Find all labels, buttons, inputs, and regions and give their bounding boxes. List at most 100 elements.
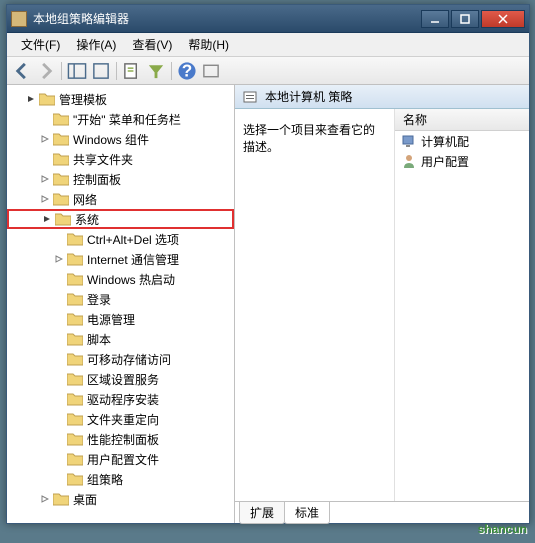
- tree-start-menu[interactable]: "开始" 菜单和任务栏: [7, 109, 234, 129]
- folder-icon: [67, 452, 83, 466]
- tree-label: 管理模板: [59, 91, 107, 108]
- forward-button[interactable]: [35, 60, 57, 82]
- tree-label: 可移动存储访问: [87, 351, 171, 368]
- toolbar: ?: [7, 57, 529, 85]
- tree-internet-comm[interactable]: Internet 通信管理: [7, 249, 234, 269]
- menu-file[interactable]: 文件(F): [13, 34, 68, 55]
- tree-group-policy[interactable]: 组策略: [7, 469, 234, 489]
- tree-logon[interactable]: 登录: [7, 289, 234, 309]
- app-icon: [11, 11, 27, 27]
- folder-icon: [55, 212, 71, 226]
- back-button[interactable]: [11, 60, 33, 82]
- menu-action[interactable]: 操作(A): [68, 34, 124, 55]
- menubar: 文件(F) 操作(A) 查看(V) 帮助(H): [7, 33, 529, 57]
- folder-icon: [67, 272, 83, 286]
- toolbar-properties-button[interactable]: [121, 60, 143, 82]
- folder-icon: [67, 472, 83, 486]
- tree-control-panel[interactable]: 控制面板: [7, 169, 234, 189]
- folder-icon: [53, 152, 69, 166]
- window-title: 本地组策略编辑器: [33, 10, 421, 27]
- minimize-button[interactable]: [421, 10, 449, 28]
- user-icon: [401, 153, 417, 169]
- list-pane: 名称 计算机配 用户配置: [395, 109, 529, 501]
- help-button[interactable]: ?: [176, 60, 198, 82]
- tree-desktop[interactable]: 桌面: [7, 489, 234, 509]
- column-header-name[interactable]: 名称: [395, 109, 529, 131]
- tree-admin-templates[interactable]: 管理模板: [7, 89, 234, 109]
- expand-icon[interactable]: [53, 253, 65, 265]
- toolbar-filter-button[interactable]: [145, 60, 167, 82]
- tree-label: 共享文件夹: [73, 151, 133, 168]
- tree-ctrl-alt-del[interactable]: Ctrl+Alt+Del 选项: [7, 229, 234, 249]
- folder-icon: [39, 92, 55, 106]
- tree-label: 控制面板: [73, 171, 121, 188]
- expand-icon[interactable]: [39, 173, 51, 185]
- tree-system[interactable]: 系统: [7, 209, 234, 229]
- details-title: 本地计算机 策略: [265, 88, 352, 105]
- tree-windows-hotstart[interactable]: Windows 热启动: [7, 269, 234, 289]
- folder-icon: [67, 432, 83, 446]
- folder-icon: [67, 292, 83, 306]
- tree-label: Windows 热启动: [87, 271, 175, 288]
- details-header: 本地计算机 策略: [235, 85, 529, 109]
- tree-label: 组策略: [87, 471, 123, 488]
- list-item-label: 计算机配: [421, 133, 469, 150]
- folder-icon: [67, 412, 83, 426]
- collapse-icon[interactable]: [41, 213, 53, 225]
- folder-icon: [67, 392, 83, 406]
- list-item-computer-config[interactable]: 计算机配: [395, 131, 529, 151]
- tree-label: 驱动程序安装: [87, 391, 159, 408]
- tree-label: 脚本: [87, 331, 111, 348]
- description-pane: 选择一个项目来查看它的描述。: [235, 109, 395, 501]
- folder-icon: [53, 172, 69, 186]
- tree-power-mgmt[interactable]: 电源管理: [7, 309, 234, 329]
- tree-folder-redirect[interactable]: 文件夹重定向: [7, 409, 234, 429]
- folder-icon: [67, 232, 83, 246]
- tree-pane[interactable]: 管理模板 "开始" 菜单和任务栏 Windows 组件 共享文件夹 控制面板: [7, 85, 235, 523]
- folder-icon: [67, 312, 83, 326]
- toolbar-export-button[interactable]: [90, 60, 112, 82]
- details-pane: 本地计算机 策略 选择一个项目来查看它的描述。 名称 计算机配: [235, 85, 529, 523]
- tree-locale[interactable]: 区域设置服务: [7, 369, 234, 389]
- tree-driver-install[interactable]: 驱动程序安装: [7, 389, 234, 409]
- menu-view[interactable]: 查看(V): [124, 34, 180, 55]
- expand-icon[interactable]: [39, 493, 51, 505]
- list-item-user-config[interactable]: 用户配置: [395, 151, 529, 171]
- titlebar: 本地组策略编辑器: [7, 5, 529, 33]
- tree-perf-panel[interactable]: 性能控制面板: [7, 429, 234, 449]
- maximize-button[interactable]: [451, 10, 479, 28]
- folder-icon: [53, 492, 69, 506]
- collapse-icon[interactable]: [25, 93, 37, 105]
- tree-windows-components[interactable]: Windows 组件: [7, 129, 234, 149]
- computer-icon: [401, 133, 417, 149]
- tree-label: 桌面: [73, 491, 97, 508]
- tree-label: 登录: [87, 291, 111, 308]
- watermark: shancun: [478, 516, 527, 539]
- description-text: 选择一个项目来查看它的描述。: [243, 123, 375, 154]
- folder-icon: [67, 372, 83, 386]
- toolbar-extra-button[interactable]: [200, 60, 222, 82]
- app-window: 本地组策略编辑器 文件(F) 操作(A) 查看(V) 帮助(H) ? 管理模板: [6, 4, 530, 524]
- tree-label: 区域设置服务: [87, 371, 159, 388]
- tree-label: Internet 通信管理: [87, 251, 179, 268]
- folder-icon: [53, 192, 69, 206]
- tree-scripts[interactable]: 脚本: [7, 329, 234, 349]
- menu-help[interactable]: 帮助(H): [180, 34, 237, 55]
- close-button[interactable]: [481, 10, 525, 28]
- tree-network[interactable]: 网络: [7, 189, 234, 209]
- tab-extended[interactable]: 扩展: [239, 502, 285, 524]
- folder-icon: [67, 252, 83, 266]
- tree-shared-folders[interactable]: 共享文件夹: [7, 149, 234, 169]
- tab-standard[interactable]: 标准: [284, 502, 330, 524]
- folder-icon: [53, 132, 69, 146]
- toolbar-show-hide-button[interactable]: [66, 60, 88, 82]
- list-item-label: 用户配置: [421, 153, 469, 170]
- expand-icon[interactable]: [39, 193, 51, 205]
- expand-icon[interactable]: [39, 133, 51, 145]
- tree-label: "开始" 菜单和任务栏: [73, 111, 181, 128]
- folder-icon: [53, 112, 69, 126]
- tree-label: 文件夹重定向: [87, 411, 159, 428]
- tree-removable[interactable]: 可移动存储访问: [7, 349, 234, 369]
- tree-user-config-files[interactable]: 用户配置文件: [7, 449, 234, 469]
- tree-label: 性能控制面板: [87, 431, 159, 448]
